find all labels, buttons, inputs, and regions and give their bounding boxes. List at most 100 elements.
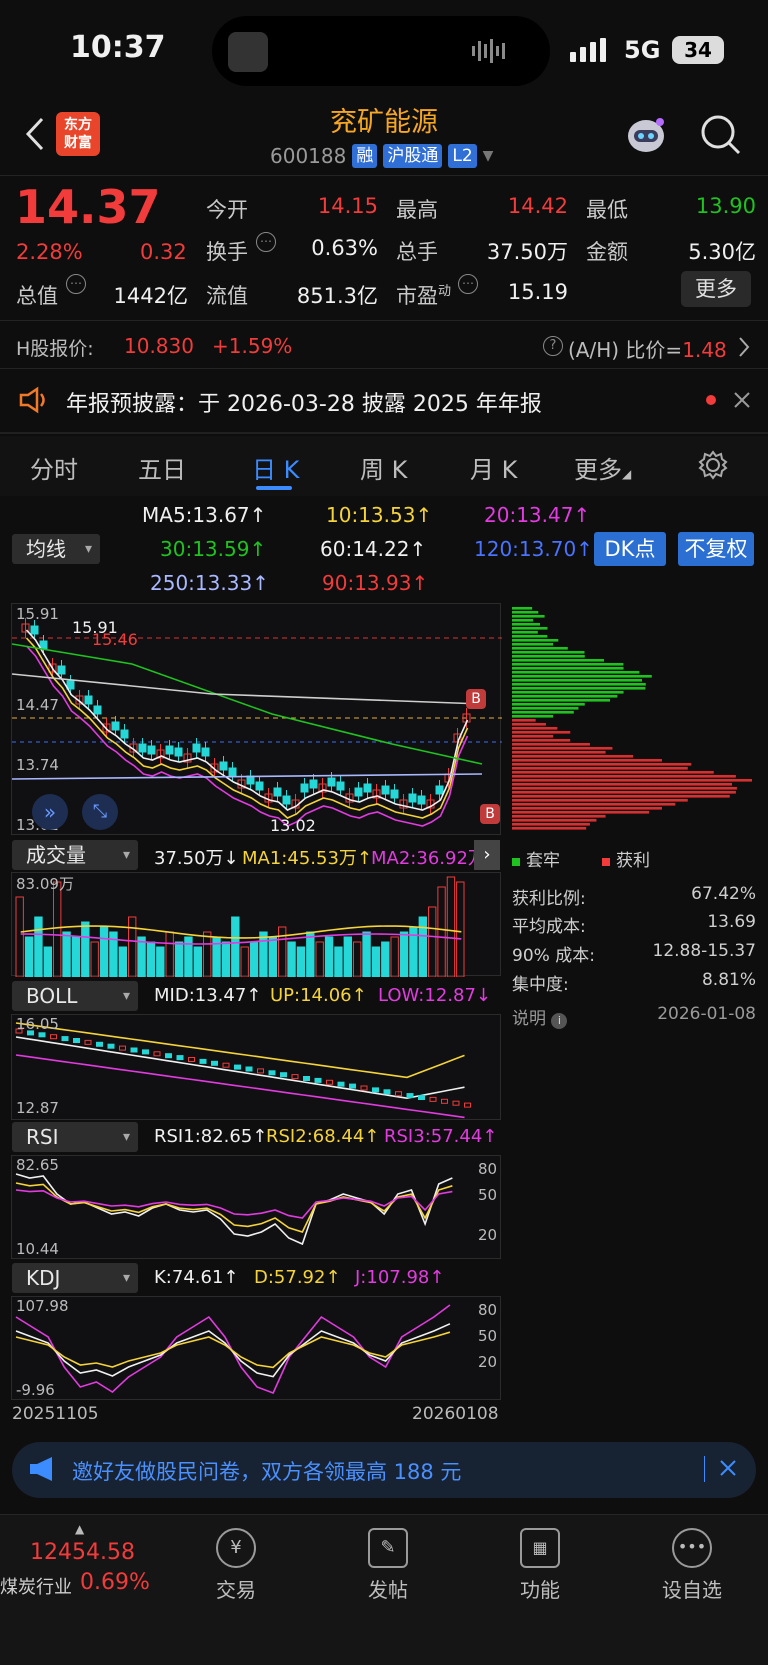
volume-bar	[53, 881, 62, 978]
industry-index[interactable]: 12454.58	[30, 1540, 135, 1565]
open-label: 今开	[206, 198, 248, 222]
gear-icon[interactable]	[698, 450, 728, 484]
info-icon[interactable]: ⋯	[66, 274, 86, 294]
buy-marker[interactable]: B	[480, 804, 500, 824]
chip-bar-profit	[512, 719, 536, 722]
candle-body	[228, 767, 237, 777]
ma90-value: 90:13.93↑	[322, 571, 429, 595]
tab-more[interactable]: 更多◢	[574, 450, 631, 485]
boll-candle	[360, 1085, 368, 1091]
boll-candle	[406, 1093, 414, 1099]
chip-stat-value: 13.69	[707, 912, 756, 932]
kdj-level-80: 80	[478, 1301, 498, 1319]
kline-y-top: 15.91	[16, 605, 59, 623]
volume-bar	[306, 931, 315, 978]
tab-intraday[interactable]: 分时	[30, 450, 78, 485]
chip-bar-profit	[512, 747, 613, 750]
expand-chart-icon[interactable]: »	[32, 794, 68, 830]
chip-note-link[interactable]: 说明 i	[512, 1004, 568, 1029]
tab-daily-k[interactable]: 日 K	[252, 450, 299, 485]
kdj-chart[interactable]: 107.98 -9.96 80 50 20	[11, 1296, 501, 1400]
kline-chart[interactable]: 15.91 14.47 13.74 13.02 15.91 13.02 15.4…	[11, 603, 502, 835]
chevron-up-icon[interactable]: ▲	[75, 1522, 84, 1536]
info-icon[interactable]: ⋯	[458, 274, 478, 294]
chevron-right-icon[interactable]	[738, 336, 750, 362]
ah-ratio-value: 1.48	[682, 338, 727, 362]
boll-chart[interactable]: 16.05 12.87	[11, 1014, 501, 1120]
chip-bar-profit	[512, 763, 692, 766]
volume-svg	[15, 876, 465, 978]
chip-bar-profit	[512, 823, 590, 826]
volume-bar	[399, 931, 409, 978]
network-type: 5G	[624, 36, 661, 64]
chevron-down-icon: ▼	[482, 148, 494, 164]
boll-up: UP:14.06↑	[270, 985, 367, 1006]
ma-selector[interactable]: 均线	[12, 534, 100, 564]
boll-selector[interactable]: BOLL	[12, 981, 138, 1011]
fullscreen-icon[interactable]: ⤡	[82, 794, 118, 830]
candle-body	[120, 729, 129, 739]
ma5-value: MA5:13.67↑	[142, 503, 267, 527]
boll-candle	[222, 1062, 230, 1068]
more-button[interactable]: 更多	[681, 271, 751, 307]
chip-bar-trapped	[512, 711, 574, 714]
stock-code-row[interactable]: 600188 融 沪股通 L2 ▼	[270, 144, 493, 168]
rsi-level-20: 20	[478, 1226, 498, 1244]
rsi-svg	[15, 1173, 453, 1246]
tab-weekly-k[interactable]: 周 K	[360, 450, 407, 485]
candle-body	[282, 795, 291, 805]
rsi-chart[interactable]: 82.65 10.44 80 50 20	[11, 1155, 501, 1259]
rsi2-line	[15, 1182, 453, 1233]
volume-value: 37.50万↓	[154, 848, 239, 869]
chip-bar-trapped	[512, 659, 605, 662]
tab-5day[interactable]: 五日	[138, 450, 186, 485]
chip-bar-profit	[512, 735, 554, 738]
volume-bar	[146, 941, 156, 978]
candle-body	[417, 795, 426, 805]
rsi3-value: RSI3:57.44↑	[384, 1126, 498, 1147]
boll-y-top: 16.05	[16, 1015, 59, 1033]
battery-level: 34	[684, 38, 712, 62]
ah-ratio-row[interactable]: (A/H) 比价=1.48	[568, 334, 727, 363]
buy-marker[interactable]: B	[466, 689, 486, 709]
tab-monthly-k[interactable]: 月 K	[470, 450, 517, 485]
chevron-right-icon[interactable]: ›	[474, 840, 500, 870]
search-icon[interactable]	[700, 114, 742, 160]
volume-bar	[99, 926, 109, 978]
candle-body	[408, 793, 417, 803]
rsi-selector[interactable]: RSI	[12, 1122, 138, 1152]
chip-stat-value: 12.88-15.37	[652, 941, 756, 961]
candle-body	[84, 695, 93, 705]
pe-label: 市盈动	[396, 284, 452, 308]
close-icon[interactable]	[734, 392, 750, 412]
nav-add-watchlist[interactable]: ••• 设自选	[632, 1528, 752, 1603]
volume-selector[interactable]: 成交量	[12, 840, 138, 870]
info-icon[interactable]: ⋯	[256, 232, 276, 252]
status-bar: 10:37 5G 34	[0, 0, 768, 100]
chip-distribution[interactable]	[510, 603, 758, 835]
kdj-level-20: 20	[478, 1353, 498, 1371]
chip-bar-profit	[512, 755, 634, 758]
kdj-selector[interactable]: KDJ	[12, 1263, 138, 1293]
chip-bar-trapped	[512, 695, 618, 698]
nav-functions[interactable]: ▦ 功能	[480, 1528, 600, 1603]
nav-post[interactable]: ✎ 发帖	[328, 1528, 448, 1603]
notice-text[interactable]: 年报预披露：于 2026-03-28 披露 2025 年年报	[66, 386, 542, 418]
dk-point-button[interactable]: DK点	[594, 532, 666, 566]
industry-pct: 0.69%	[80, 1570, 150, 1595]
close-icon[interactable]	[720, 1460, 736, 1480]
nav-trade[interactable]: ¥ 交易	[176, 1528, 296, 1603]
question-icon[interactable]: ?	[543, 336, 563, 356]
adjust-button[interactable]: 不复权	[678, 532, 754, 566]
ma30-value: 30:13.59↑	[160, 537, 267, 561]
app-avatar-icon	[228, 32, 268, 72]
industry-name[interactable]: 煤炭行业	[0, 1573, 72, 1599]
volume-bar	[174, 941, 184, 978]
unread-dot	[706, 395, 716, 405]
robot-assistant-icon[interactable]	[624, 114, 668, 156]
promo-banner[interactable]: 邀好友做股民问卷，双方各领最高 188 元	[12, 1442, 756, 1498]
candle-body	[309, 779, 318, 789]
boll-candle	[96, 1041, 103, 1047]
kdj-level-50: 50	[478, 1327, 498, 1345]
volume-chart[interactable]: 83.09万	[11, 872, 501, 978]
